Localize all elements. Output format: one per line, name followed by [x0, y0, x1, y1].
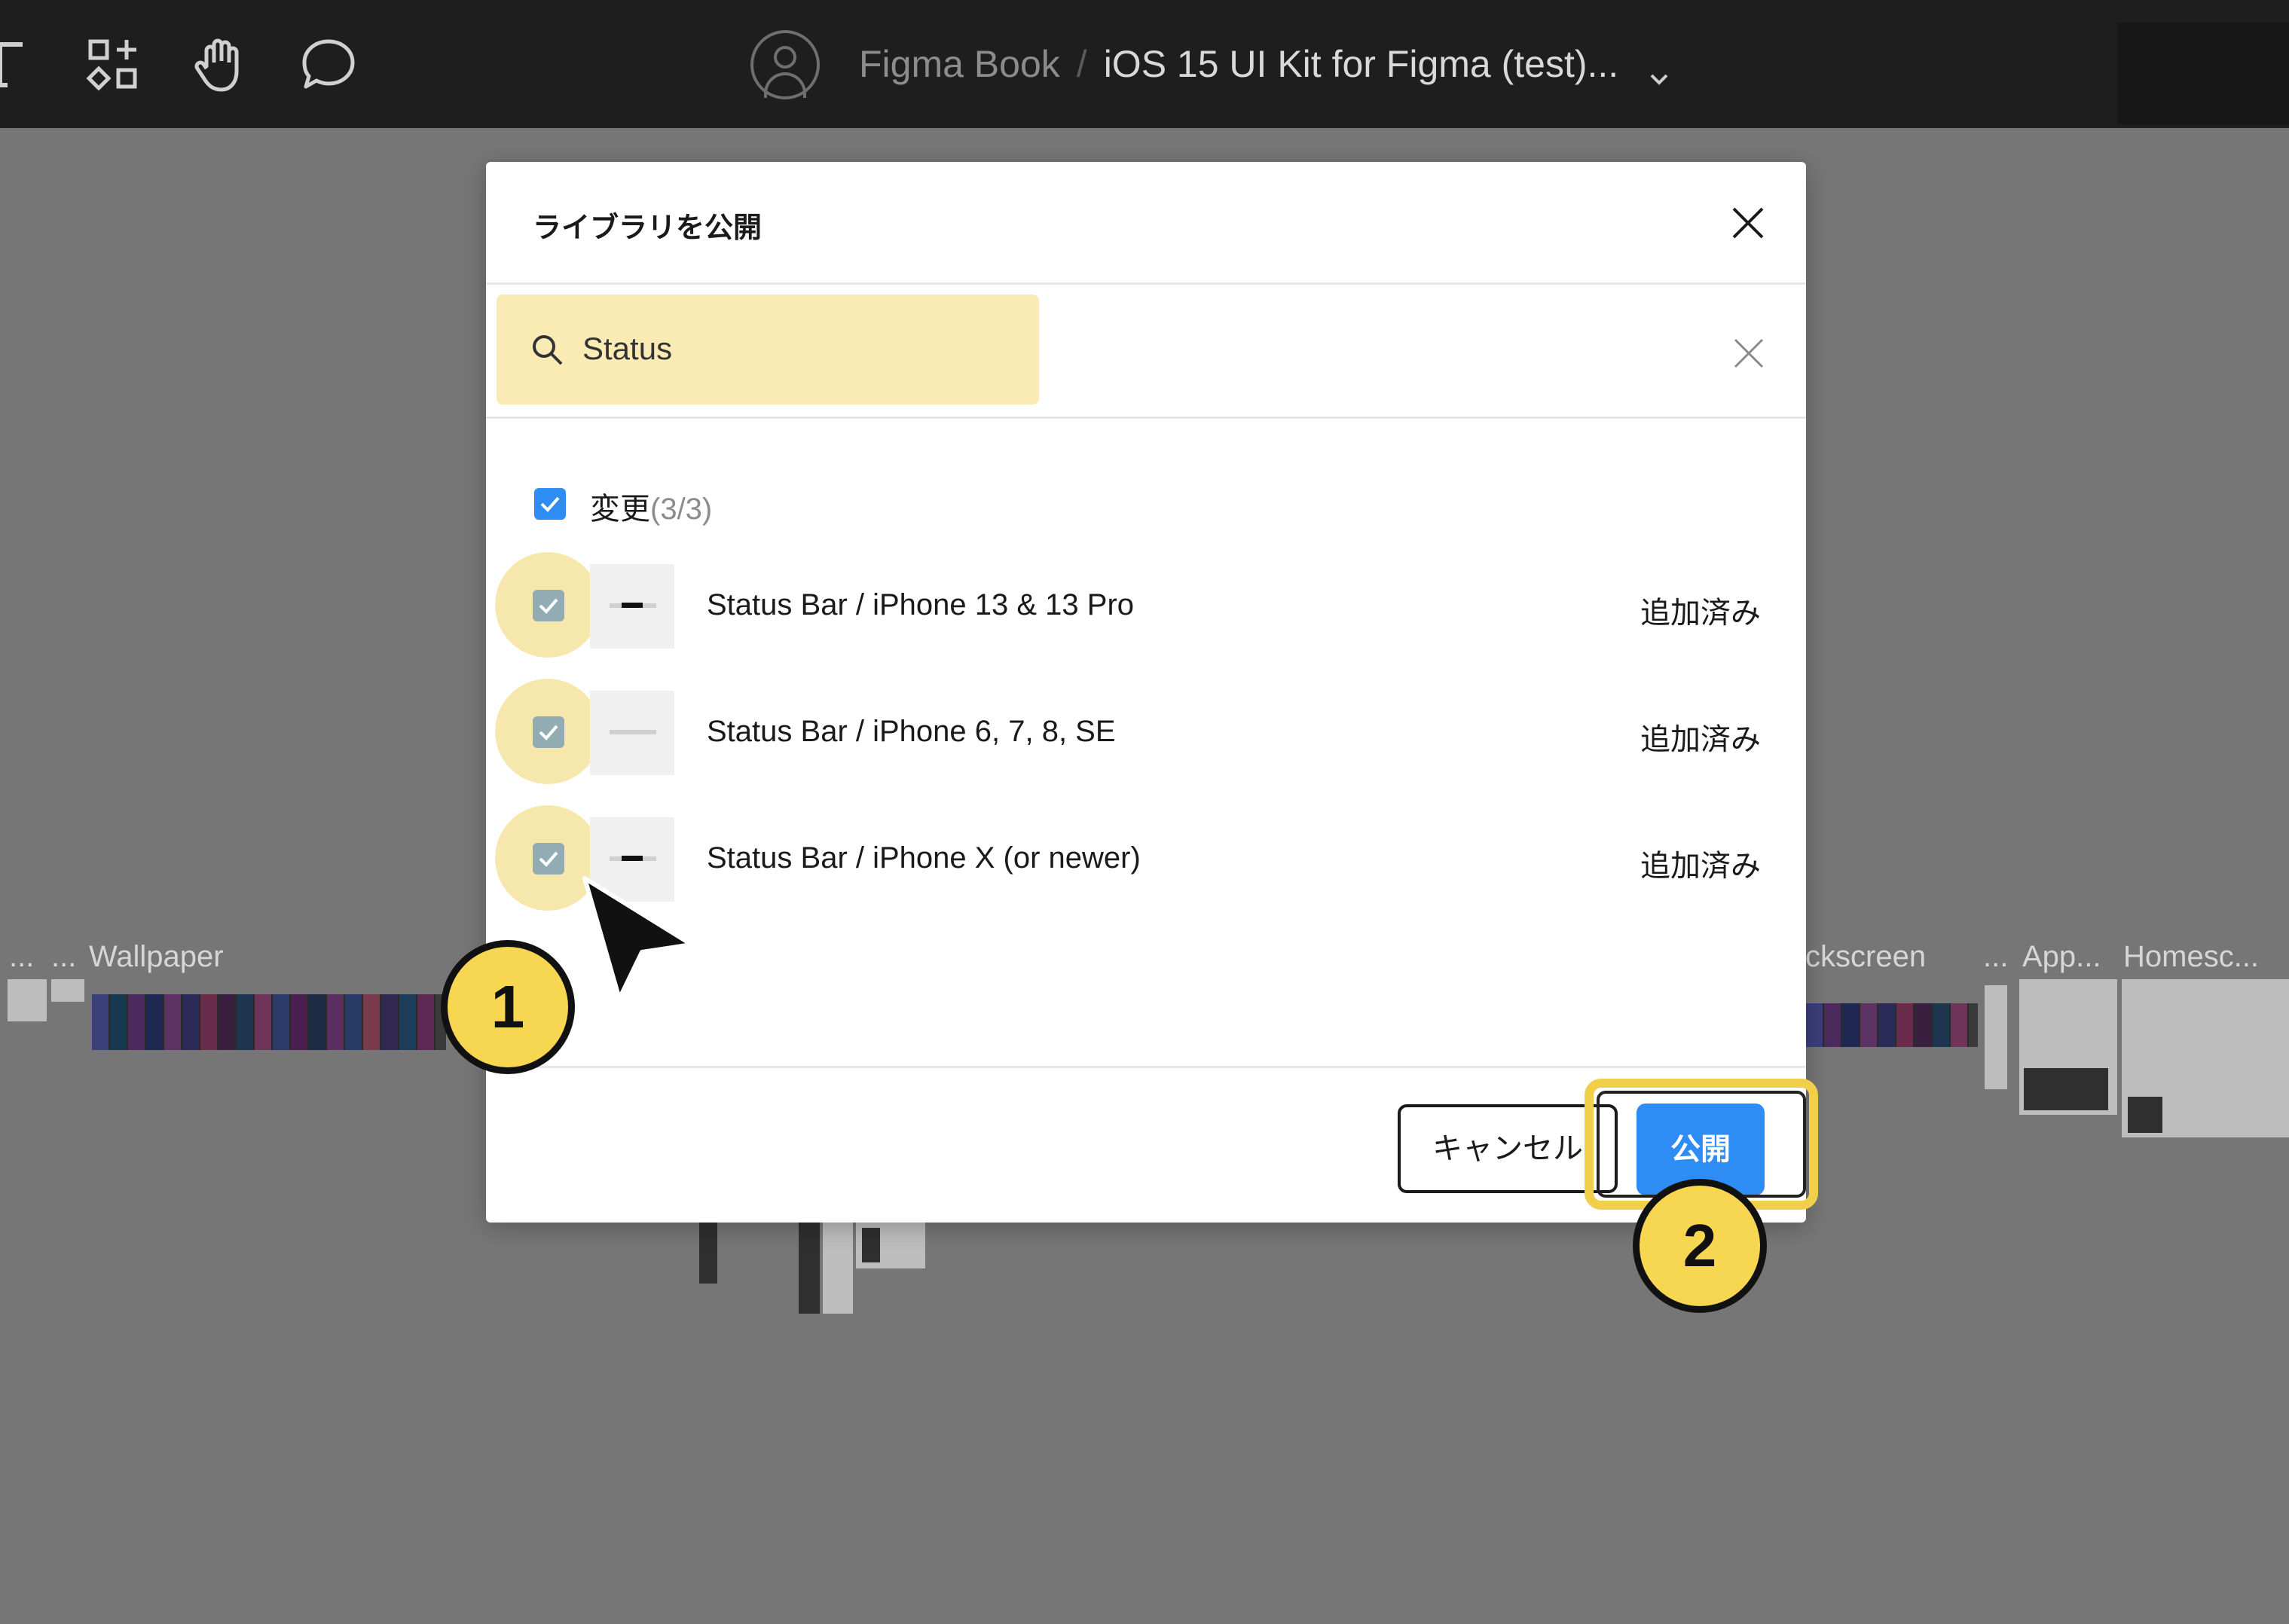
screen: Figma Book / iOS 15 UI Kit for Figma (test… [0, 0, 2289, 1624]
frame-thumbnail [862, 1228, 880, 1262]
changes-count: (3/3) [650, 493, 713, 526]
divider [486, 1066, 1806, 1068]
status-badge: 追加済み [1640, 723, 1761, 756]
breadcrumb-file[interactable]: iOS 15 UI Kit for Figma (test)... [1104, 43, 1619, 85]
component-name: Status Bar / iPhone X (or newer) [707, 841, 1141, 875]
divider [486, 417, 1806, 419]
search-input[interactable]: Status [582, 331, 672, 367]
wallpaper-thumbnails[interactable] [92, 994, 446, 1050]
list-item[interactable]: Status Bar / iPhone 13 & 13 Pro 追加済み [486, 551, 1806, 664]
breadcrumb-separator: / [1076, 43, 1087, 85]
components-icon[interactable] [83, 34, 143, 94]
text-icon[interactable] [0, 34, 30, 94]
component-thumbnail [590, 691, 674, 775]
frame-label-wallpaper[interactable]: Wallpaper [89, 940, 224, 974]
dialog-title: ライブラリを公開 [533, 212, 762, 244]
comment-icon[interactable] [298, 34, 359, 94]
frame-label[interactable]: ... [9, 940, 34, 974]
item-checkbox[interactable] [533, 843, 564, 875]
status-badge: 追加済み [1640, 597, 1761, 630]
publish-library-dialog: ライブラリを公開 Status 変更(3/3) Status Bar / iPh… [486, 162, 1806, 1223]
frame-label[interactable]: ... [51, 940, 76, 974]
chevron-down-icon[interactable] [1646, 53, 1673, 85]
step-badge-2: 2 [1633, 1179, 1767, 1313]
avatar[interactable] [750, 30, 820, 99]
frame-thumbnail[interactable] [8, 979, 47, 1021]
list-item[interactable]: Status Bar / iPhone 6, 7, 8, SE 追加済み [486, 677, 1806, 790]
breadcrumb-team[interactable]: Figma Book [859, 43, 1060, 85]
close-icon[interactable] [1726, 201, 1770, 245]
changes-checkbox[interactable] [534, 488, 566, 520]
changes-label: 変更(3/3) [590, 484, 712, 528]
frame-thumbnail[interactable] [699, 1220, 717, 1284]
lockscreen-thumbnails[interactable] [1806, 1003, 1978, 1047]
item-checkbox[interactable] [533, 716, 564, 748]
avatar-body [764, 72, 806, 98]
component-name: Status Bar / iPhone 6, 7, 8, SE [707, 715, 1116, 748]
frame-label-lockscreen[interactable]: ckscreen [1805, 940, 1926, 974]
breadcrumb: Figma Book / iOS 15 UI Kit for Figma (test… [859, 38, 1673, 90]
search-field[interactable]: Status [497, 295, 1039, 404]
frame-thumbnail[interactable] [799, 1220, 820, 1314]
avatar-head [774, 46, 796, 69]
frame-thumbnail [2128, 1097, 2162, 1133]
search-icon [530, 332, 564, 367]
cursor-icon [579, 874, 699, 1009]
search-clear-icon[interactable] [1729, 334, 1768, 373]
frame-label[interactable]: ... [1983, 940, 2008, 974]
frame-thumbnail[interactable] [1985, 985, 2007, 1089]
divider [486, 282, 1806, 285]
frame-label-homescreen[interactable]: Homesc... [2123, 940, 2259, 974]
frame-thumbnail[interactable] [823, 1220, 853, 1314]
frame-label-app[interactable]: App... [2022, 940, 2101, 974]
component-thumbnail [590, 564, 674, 649]
frame-thumbnail [2024, 1068, 2108, 1110]
frame-thumbnail[interactable] [51, 979, 84, 1002]
status-badge: 追加済み [1640, 850, 1761, 883]
hand-icon[interactable] [190, 34, 250, 94]
item-checkbox[interactable] [533, 590, 564, 621]
step-badge-1: 1 [441, 940, 575, 1074]
component-name: Status Bar / iPhone 13 & 13 Pro [707, 588, 1135, 621]
toolbar-right-area [2117, 23, 2289, 124]
top-toolbar: Figma Book / iOS 15 UI Kit for Figma (test… [0, 0, 2289, 128]
changes-label-text: 変更 [590, 493, 650, 526]
